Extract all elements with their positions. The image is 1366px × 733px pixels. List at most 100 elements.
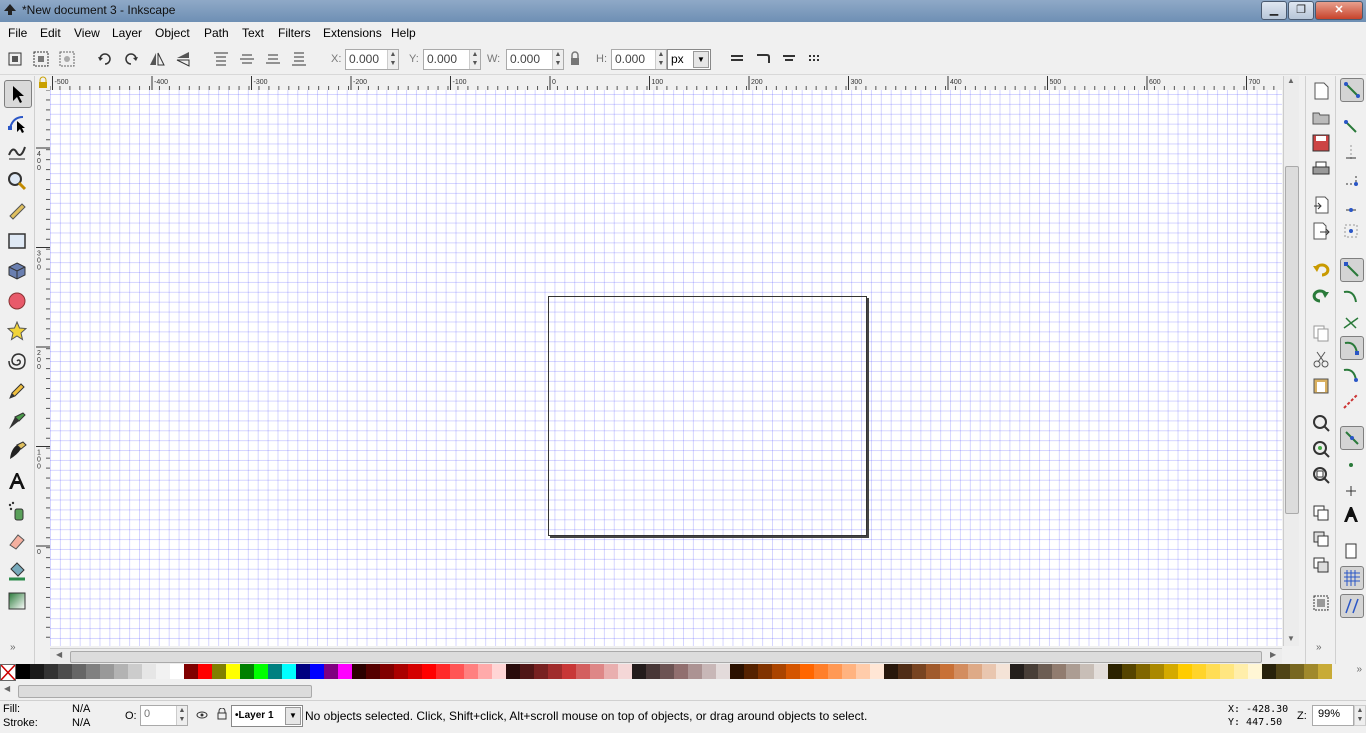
open-folder-icon[interactable] bbox=[1312, 108, 1330, 126]
color-swatch[interactable] bbox=[1136, 664, 1150, 679]
duplicate-icon[interactable] bbox=[1312, 504, 1330, 522]
snap-text-baseline-icon[interactable] bbox=[1340, 504, 1362, 526]
color-swatch[interactable] bbox=[1248, 664, 1262, 679]
menu-path[interactable]: Path bbox=[204, 26, 229, 40]
measure-tool[interactable] bbox=[4, 198, 30, 224]
color-swatch[interactable] bbox=[464, 664, 478, 679]
flip-horizontal-icon[interactable] bbox=[148, 50, 166, 68]
paste-icon[interactable] bbox=[1312, 376, 1330, 394]
horizontal-scrollbar[interactable]: ◀ ▶ bbox=[50, 648, 1282, 664]
clone-icon[interactable] bbox=[1312, 530, 1330, 548]
color-swatch[interactable] bbox=[758, 664, 772, 679]
export-icon[interactable] bbox=[1312, 222, 1330, 240]
lower-icon[interactable] bbox=[264, 50, 282, 68]
color-swatch[interactable] bbox=[1206, 664, 1220, 679]
color-swatch[interactable] bbox=[492, 664, 506, 679]
opacity-field[interactable]: 0 ▲ ▼ bbox=[140, 705, 188, 726]
expand-tools-icon[interactable]: » bbox=[10, 642, 16, 653]
color-swatch[interactable] bbox=[170, 664, 184, 679]
color-swatch[interactable] bbox=[436, 664, 450, 679]
rotate-cw-icon[interactable] bbox=[122, 50, 140, 68]
color-swatch[interactable] bbox=[688, 664, 702, 679]
menu-layer[interactable]: Layer bbox=[112, 26, 142, 40]
color-swatch[interactable] bbox=[982, 664, 996, 679]
copy-icon[interactable] bbox=[1312, 324, 1330, 342]
tweak-tool[interactable] bbox=[4, 138, 30, 164]
expand-commands-icon[interactable]: » bbox=[1316, 642, 1322, 653]
3d-box-tool[interactable] bbox=[4, 258, 30, 284]
ellipse-tool[interactable] bbox=[4, 288, 30, 314]
color-swatch[interactable] bbox=[1276, 664, 1290, 679]
color-swatch[interactable] bbox=[898, 664, 912, 679]
color-swatch[interactable] bbox=[1024, 664, 1038, 679]
scroll-down-icon[interactable]: ▼ bbox=[1287, 634, 1295, 643]
scale-corners-icon[interactable] bbox=[754, 50, 772, 68]
maximize-button[interactable]: ❐ bbox=[1288, 1, 1314, 20]
color-swatch[interactable] bbox=[1192, 664, 1206, 679]
color-swatch[interactable] bbox=[520, 664, 534, 679]
h-stepper-icon[interactable]: ▲ ▼ bbox=[655, 50, 666, 69]
print-icon[interactable] bbox=[1312, 160, 1330, 178]
color-swatch[interactable] bbox=[114, 664, 128, 679]
close-button[interactable]: ✕ bbox=[1315, 1, 1363, 20]
lock-icon[interactable] bbox=[566, 50, 584, 68]
snap-cusp-nodes-toggle[interactable] bbox=[1340, 336, 1364, 360]
horizontal-scroll-thumb[interactable] bbox=[70, 651, 1262, 663]
enable-snapping-toggle[interactable] bbox=[1340, 78, 1364, 102]
color-swatch[interactable] bbox=[352, 664, 366, 679]
color-swatch[interactable] bbox=[380, 664, 394, 679]
select-all-icon[interactable] bbox=[6, 50, 24, 68]
color-swatch[interactable] bbox=[786, 664, 800, 679]
snap-guides-toggle[interactable] bbox=[1340, 594, 1364, 618]
scroll-left-icon[interactable]: ◀ bbox=[56, 650, 62, 659]
zoom-tool[interactable] bbox=[4, 168, 30, 194]
color-swatch[interactable] bbox=[422, 664, 436, 679]
color-swatch[interactable] bbox=[394, 664, 408, 679]
color-swatch[interactable] bbox=[884, 664, 898, 679]
color-swatch[interactable] bbox=[58, 664, 72, 679]
color-swatch[interactable] bbox=[1080, 664, 1094, 679]
color-swatch[interactable] bbox=[1052, 664, 1066, 679]
fill-value[interactable]: N/A bbox=[72, 703, 90, 715]
star-tool[interactable] bbox=[4, 318, 30, 344]
zoom-stepper-icon[interactable]: ▲ ▼ bbox=[1354, 705, 1366, 726]
x-field[interactable]: 0.000 ▲ ▼ bbox=[345, 49, 399, 70]
color-swatch[interactable] bbox=[870, 664, 884, 679]
color-swatch[interactable] bbox=[478, 664, 492, 679]
color-swatch[interactable] bbox=[1234, 664, 1248, 679]
color-swatch[interactable] bbox=[632, 664, 646, 679]
color-swatch[interactable] bbox=[562, 664, 576, 679]
deselect-icon[interactable] bbox=[58, 50, 76, 68]
eraser-tool[interactable] bbox=[4, 528, 30, 554]
snap-smooth-nodes-icon[interactable] bbox=[1340, 364, 1362, 386]
color-swatch[interactable] bbox=[72, 664, 86, 679]
color-swatch[interactable] bbox=[912, 664, 926, 679]
color-swatch[interactable] bbox=[1318, 664, 1332, 679]
opacity-stepper-icon[interactable]: ▲ ▼ bbox=[176, 706, 187, 725]
pencil-tool[interactable] bbox=[4, 378, 30, 404]
vertical-scrollbar[interactable]: ▲ ▼ bbox=[1283, 76, 1299, 646]
selector-tool[interactable] bbox=[4, 80, 32, 108]
cut-icon[interactable] bbox=[1312, 350, 1330, 368]
color-swatch[interactable] bbox=[1094, 664, 1108, 679]
snap-bbox-corners-icon[interactable] bbox=[1340, 168, 1362, 190]
w-stepper-icon[interactable]: ▲ ▼ bbox=[552, 50, 563, 69]
snap-grids-toggle[interactable] bbox=[1340, 566, 1364, 590]
zoom-drawing-icon[interactable] bbox=[1312, 440, 1330, 458]
menu-edit[interactable]: Edit bbox=[40, 26, 61, 40]
y-field[interactable]: 0.000 ▲ ▼ bbox=[423, 49, 481, 70]
snap-path-intersections-icon[interactable] bbox=[1340, 312, 1362, 334]
minimize-button[interactable]: ▁ bbox=[1261, 1, 1287, 20]
color-swatch[interactable] bbox=[44, 664, 58, 679]
stroke-value[interactable]: N/A bbox=[72, 717, 90, 729]
snap-bbox-center-icon[interactable] bbox=[1340, 220, 1362, 242]
color-swatch[interactable] bbox=[1178, 664, 1192, 679]
color-swatch[interactable] bbox=[156, 664, 170, 679]
calligraphy-tool[interactable] bbox=[4, 438, 30, 464]
color-swatch[interactable] bbox=[86, 664, 100, 679]
flip-vertical-icon[interactable] bbox=[174, 50, 192, 68]
lock-guides-icon[interactable] bbox=[36, 76, 50, 90]
snap-line-midpoints-icon[interactable] bbox=[1340, 390, 1362, 412]
color-swatch[interactable] bbox=[254, 664, 268, 679]
scroll-right-icon[interactable]: ▶ bbox=[1270, 650, 1276, 659]
